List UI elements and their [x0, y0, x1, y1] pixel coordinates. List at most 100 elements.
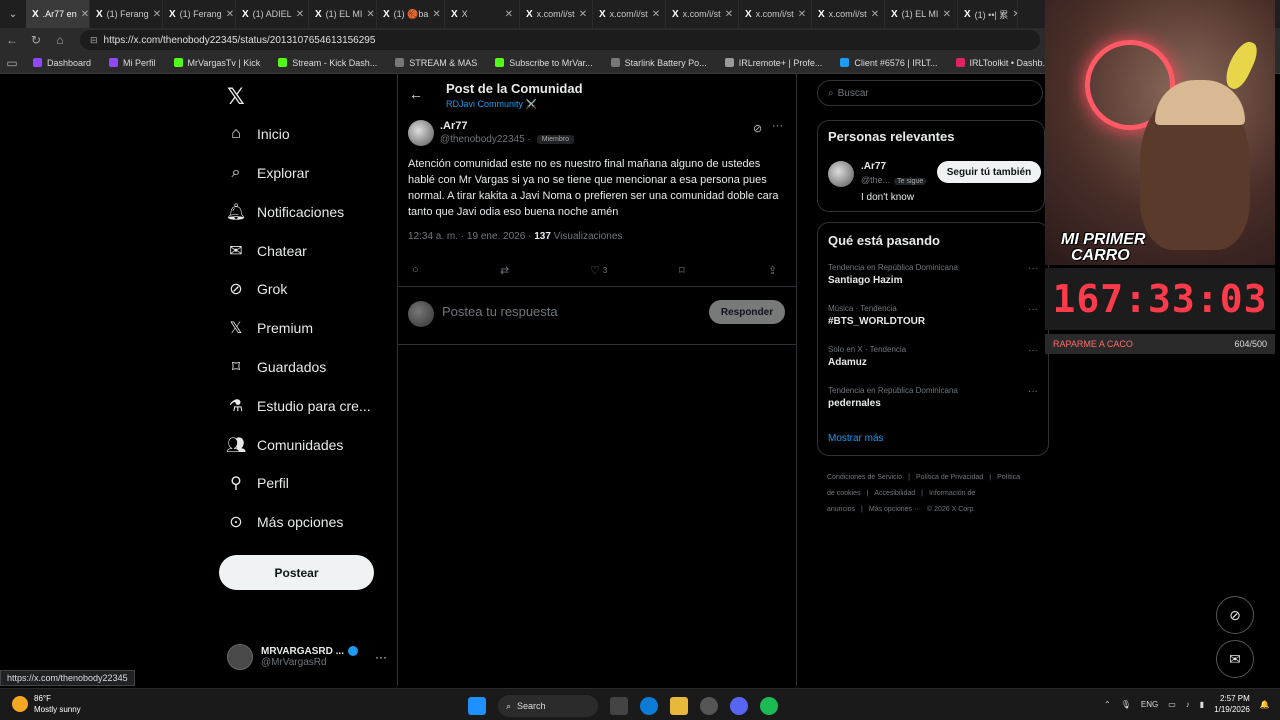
bookmark-item[interactable]: STREAM & MAS: [386, 58, 486, 68]
bookmark-icon[interactable]: ⌑: [679, 264, 685, 277]
back-button[interactable]: ←: [0, 33, 24, 47]
footer-link[interactable]: Accesibilidad: [874, 490, 915, 497]
footer-link[interactable]: Más opciones ···: [869, 506, 921, 513]
more-dots-icon[interactable]: ···: [1028, 304, 1038, 315]
edge-browser-icon[interactable]: [640, 697, 658, 715]
clock[interactable]: 2:57 PM 1/19/2026: [1214, 693, 1250, 715]
chevron-up-icon[interactable]: ⌃: [1104, 700, 1111, 709]
search-input[interactable]: ⌕ Buscar: [817, 80, 1043, 106]
bookmark-item[interactable]: Starlink Battery Po...: [602, 58, 716, 68]
more-dots-icon[interactable]: ···: [375, 650, 387, 664]
bookmark-item[interactable]: MrVargasTv | Kick: [165, 58, 270, 68]
volume-icon[interactable]: ♪: [1186, 700, 1190, 709]
close-icon[interactable]: ✕: [867, 9, 879, 20]
retweet-icon[interactable]: ⇄: [500, 264, 509, 277]
bookmark-item[interactable]: Dashboard: [24, 58, 100, 68]
browser-tab[interactable]: X(1) ••| 累✕: [958, 0, 1018, 28]
sidebar-item-guardados[interactable]: ⌑ Guardados: [227, 352, 326, 382]
post-button[interactable]: Postear: [219, 555, 374, 590]
bookmark-item[interactable]: IRLremote+ | Profe...: [716, 58, 832, 68]
sidebar-item-comunidades[interactable]: 👥︎ Comunidades: [226, 430, 344, 460]
more-dots-icon[interactable]: ···: [1028, 386, 1038, 397]
sidebar-item-premium[interactable]: 𝕏 Premium: [227, 313, 313, 343]
close-icon[interactable]: ✕: [292, 9, 304, 20]
trend-item[interactable]: Solo en X · Tendencia Adamuz ···: [828, 345, 1038, 368]
footer-link[interactable]: © 2026 X Corp.: [927, 506, 975, 513]
more-dots-icon[interactable]: ···: [772, 120, 783, 132]
close-icon[interactable]: ✕: [939, 9, 951, 20]
reply-button[interactable]: Responder: [709, 300, 785, 324]
more-dots-icon[interactable]: ···: [1028, 345, 1038, 356]
tweet-avatar[interactable]: [408, 120, 434, 146]
url-bar[interactable]: ⊟ https://x.com/thenobody22345/status/20…: [80, 30, 1040, 50]
account-switcher[interactable]: MRVARGASRD ... @MrVargasRd ···: [227, 640, 387, 674]
sidebar-item-más-opciones[interactable]: ⊙ Más opciones: [227, 507, 343, 537]
browser-tab[interactable]: Xx.com/i/st ✕: [812, 0, 885, 28]
bookmark-item[interactable]: IRLToolkit • Dashb...: [947, 58, 1060, 68]
obs-icon[interactable]: [700, 697, 718, 715]
close-icon[interactable]: ✕: [648, 9, 660, 20]
browser-tab[interactable]: X X ✕: [445, 0, 520, 28]
grok-float-icon[interactable]: ⊘: [1216, 596, 1254, 634]
x-logo-icon[interactable]: 𝕏: [227, 84, 245, 110]
trend-item[interactable]: Música · Tendencia #BTS_WORLDTOUR ···: [828, 304, 1038, 327]
file-explorer-icon[interactable]: [670, 697, 688, 715]
close-icon[interactable]: ✕: [794, 9, 806, 20]
like-button[interactable]: ♡ 3: [590, 264, 607, 277]
trend-item[interactable]: Tendencia en República Dominicana pederna…: [828, 386, 1038, 409]
close-icon[interactable]: ✕: [428, 9, 440, 20]
close-icon[interactable]: ✕: [575, 9, 587, 20]
sidebar-item-notificaciones[interactable]: 🔔︎ Notificaciones: [226, 197, 344, 227]
browser-tab[interactable]: Xx.com/i/st ✕: [739, 0, 812, 28]
notification-icon[interactable]: 🔔: [1260, 700, 1270, 709]
sidebar-item-explorar[interactable]: ⌕ Explorar: [227, 158, 310, 188]
grok-icon[interactable]: ⊘: [753, 122, 762, 135]
close-icon[interactable]: ✕: [222, 9, 234, 20]
weather-widget[interactable]: 86°F Mostly sunny: [12, 693, 81, 715]
trend-item[interactable]: Tendencia en República Dominicana Santiag…: [828, 263, 1038, 286]
sidebar-item-estudio-para-cre[interactable]: ⚗ Estudio para cre...: [227, 391, 371, 421]
bookmark-item[interactable]: Stream - Kick Dash...: [269, 58, 386, 68]
tweet-time[interactable]: 12:34 a. m. · 19 ene. 2026 ·: [408, 231, 534, 242]
browser-tab[interactable]: X (1) Ferang ✕: [90, 0, 163, 28]
browser-tab[interactable]: X .Ar77 en ✕: [26, 0, 90, 28]
bookmarks-menu-icon[interactable]: ▭: [0, 56, 24, 70]
browser-tab[interactable]: X (1) ADIEL ✕: [236, 0, 309, 28]
close-icon[interactable]: ✕: [721, 9, 733, 20]
browser-tab[interactable]: Xx.com/i/st ✕: [666, 0, 739, 28]
microphone-icon[interactable]: 🎙: [1121, 700, 1131, 709]
bookmark-item[interactable]: Client #6576 | IRLT...: [831, 58, 946, 68]
language-indicator[interactable]: ENG: [1141, 700, 1158, 709]
tweet-author-name[interactable]: .Ar77: [440, 120, 468, 132]
messages-float-icon[interactable]: ✉: [1216, 640, 1254, 678]
browser-tab[interactable]: X (1) 🏀ba ✕: [377, 0, 445, 28]
task-view-icon[interactable]: [610, 697, 628, 715]
close-icon[interactable]: ✕: [77, 9, 89, 20]
sidebar-item-grok[interactable]: ⊘ Grok: [227, 274, 287, 304]
discord-icon[interactable]: [730, 697, 748, 715]
community-link[interactable]: RDJavi Community ⚔️: [446, 99, 537, 110]
footer-link[interactable]: Condiciones de Servicio: [827, 474, 902, 481]
windows-start-icon[interactable]: [468, 697, 486, 715]
close-icon[interactable]: ✕: [501, 9, 513, 20]
reload-button[interactable]: ↻: [24, 33, 48, 47]
close-icon[interactable]: ✕: [149, 9, 161, 20]
reply-input[interactable]: Postea tu respuesta: [442, 304, 558, 319]
browser-tab[interactable]: Xx.com/i/st ✕: [520, 0, 593, 28]
footer-link[interactable]: Política de Privacidad: [916, 474, 983, 481]
sidebar-item-inicio[interactable]: ⌂ Inicio: [227, 119, 290, 149]
sidebar-item-chatear[interactable]: ✉ Chatear: [227, 236, 307, 266]
bookmark-item[interactable]: Mi Perfil: [100, 58, 165, 68]
browser-tab[interactable]: X (1) EL MI ✕: [885, 0, 958, 28]
avatar[interactable]: [828, 161, 854, 187]
tab-menu-button[interactable]: ⌄: [0, 0, 26, 28]
bookmark-item[interactable]: Subscribe to MrVar...: [486, 58, 601, 68]
reply-icon[interactable]: ○: [412, 264, 419, 276]
battery-icon[interactable]: ▮: [1200, 700, 1204, 709]
follow-back-button[interactable]: Seguir tú también: [937, 161, 1041, 183]
close-icon[interactable]: ✕: [362, 9, 374, 20]
sidebar-item-perfil[interactable]: ⚲ Perfil: [227, 468, 289, 498]
share-icon[interactable]: ⇪: [768, 264, 777, 277]
show-more-link[interactable]: Mostrar más: [828, 433, 884, 444]
spotify-icon[interactable]: [760, 697, 778, 715]
